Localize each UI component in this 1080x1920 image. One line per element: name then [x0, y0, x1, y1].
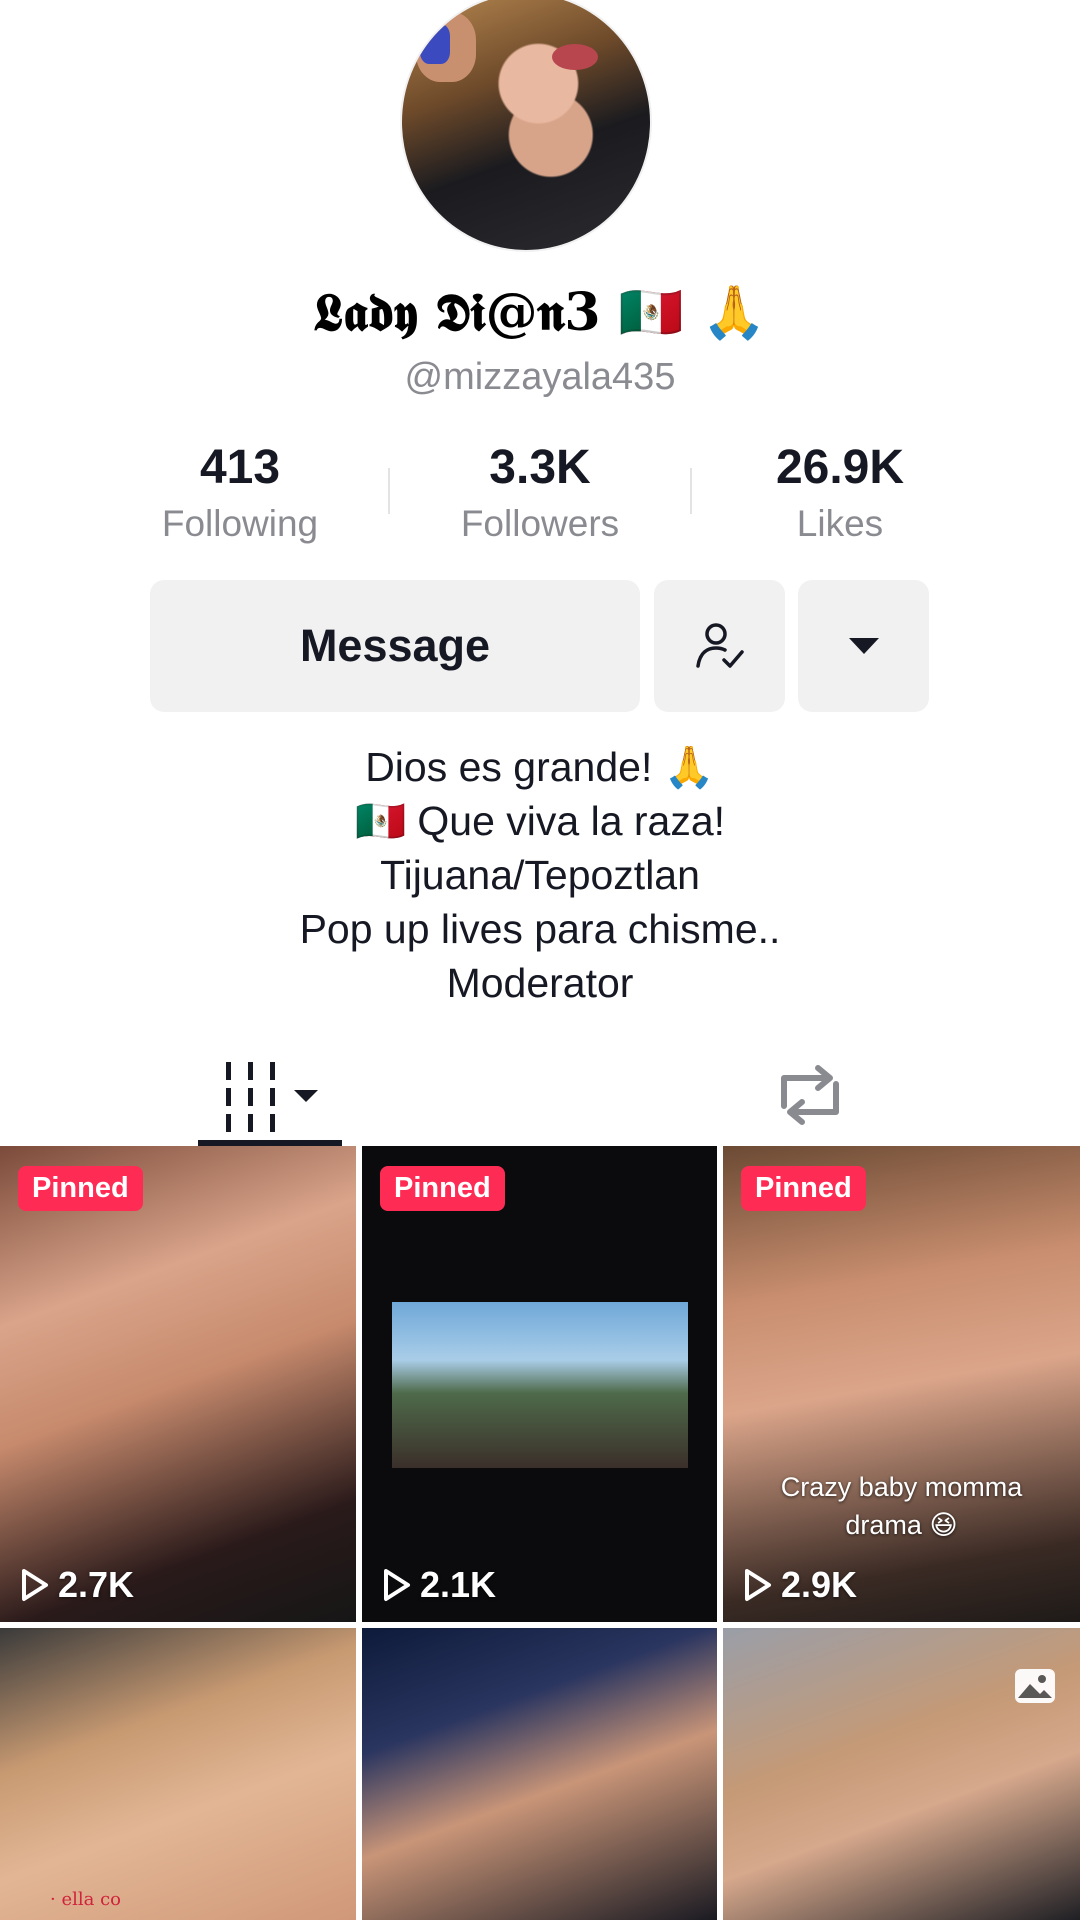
view-count: 2.9K	[743, 1564, 857, 1606]
username: @mizzayala435	[404, 356, 676, 398]
video-caption-line: Crazy baby momma	[780, 1472, 1023, 1502]
view-count: 2.7K	[20, 1564, 134, 1606]
view-count-text: 2.7K	[58, 1564, 135, 1605]
stat-divider	[388, 468, 390, 514]
bio-line: Dios es grande! 🙏	[365, 744, 715, 790]
video-thumbnail[interactable]: Pinned 2.1K	[362, 1146, 717, 1622]
video-thumbnail[interactable]: · ella co	[0, 1628, 356, 1920]
pinned-badge: Pinned	[18, 1166, 143, 1211]
video-caption: Crazy baby momma drama 😆	[723, 1468, 1080, 1544]
thumbnail-image	[392, 1302, 688, 1468]
video-thumbnail[interactable]: Pinned 2.7K	[0, 1146, 356, 1622]
avatar-lips	[552, 44, 598, 70]
bio-line: 🇲🇽 Que viva la raza!	[354, 798, 726, 844]
thumbnail-watermark: · ella co	[50, 1889, 121, 1910]
stat-divider	[690, 468, 692, 514]
tab-videos[interactable]	[198, 1050, 342, 1146]
video-thumbnail[interactable]: Pinned Crazy baby momma drama 😆 2.9K	[723, 1146, 1080, 1622]
stat-likes-value: 26.9K	[775, 441, 905, 494]
video-thumbnail[interactable]	[362, 1628, 717, 1920]
stat-following-value: 413	[199, 441, 281, 494]
stat-likes[interactable]: 26.9K Likes	[720, 440, 960, 545]
pinned-badge: Pinned	[741, 1166, 866, 1211]
stat-followers-label: Followers	[460, 503, 620, 544]
view-count: 2.1K	[382, 1564, 496, 1606]
tab-reposts[interactable]	[770, 1050, 850, 1140]
message-button[interactable]: Message	[150, 580, 640, 712]
stat-followers-value: 3.3K	[489, 441, 591, 494]
user-check-icon	[695, 623, 744, 668]
profile-bio: Dios es grande! 🙏 🇲🇽 Que viva la raza! T…	[0, 740, 1080, 1010]
bio-line: Pop up lives para chisme..	[299, 906, 781, 952]
play-icon	[745, 1569, 771, 1601]
photo-icon	[1015, 1669, 1055, 1703]
video-thumbnail[interactable]	[723, 1628, 1080, 1920]
pinned-badge: Pinned	[380, 1166, 505, 1211]
caret-down-icon	[848, 638, 879, 654]
display-name: 𝕷𝖆𝖉𝖞 𝕯𝖎@𝖓3 🇲🇽 🙏	[313, 282, 767, 343]
play-icon	[384, 1569, 410, 1601]
profile-tabs	[0, 1050, 1080, 1146]
stat-followers[interactable]: 3.3K Followers	[420, 440, 660, 545]
video-grid-icon	[226, 1062, 318, 1132]
profile-avatar[interactable]	[400, 0, 652, 252]
more-options-button[interactable]	[798, 580, 929, 712]
avatar-nails	[420, 24, 450, 64]
play-icon	[22, 1569, 48, 1601]
stat-following-label: Following	[161, 503, 319, 544]
bio-line: Moderator	[446, 960, 634, 1006]
stat-likes-label: Likes	[796, 503, 884, 544]
view-count-text: 2.9K	[781, 1564, 858, 1605]
video-caption-line: drama 😆	[845, 1510, 958, 1540]
stat-following[interactable]: 413 Following	[120, 440, 360, 545]
profile-stats: 413 Following 3.3K Followers 26.9K Likes	[0, 440, 1080, 550]
repost-icon	[781, 1065, 839, 1125]
following-status-button[interactable]	[654, 580, 785, 712]
view-count-text: 2.1K	[420, 1564, 497, 1605]
bio-line: Tijuana/Tepoztlan	[380, 852, 700, 898]
